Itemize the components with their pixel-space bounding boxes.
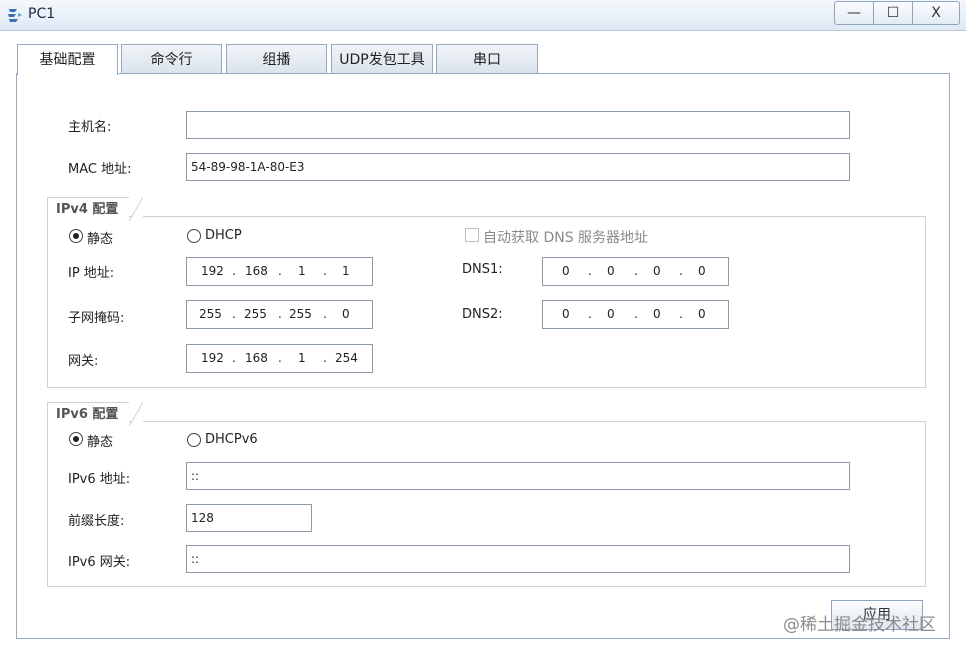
ip-dot: . xyxy=(588,307,592,321)
pc-app-icon xyxy=(8,9,22,22)
mask-octet-1: 255 xyxy=(199,307,222,321)
dns1-label: DNS1: xyxy=(462,262,503,277)
gw-octet-3: 1 xyxy=(298,351,306,365)
dns2-octet-1: 0 xyxy=(562,307,570,321)
ip-dot: . xyxy=(232,307,236,321)
ip-dot: . xyxy=(323,307,327,321)
ipv4-dhcp-radio[interactable] xyxy=(187,229,201,243)
ip-octet-4: 1 xyxy=(342,264,350,278)
dns1-input[interactable]: 0 . 0 . 0 . 0 xyxy=(542,257,729,286)
watermark: @稀土掘金技术社区 xyxy=(783,615,936,635)
dns1-octet-1: 0 xyxy=(562,264,570,278)
ip-dot: . xyxy=(588,264,592,278)
dns2-octet-3: 0 xyxy=(653,307,661,321)
ipv6-dhcp-radio[interactable] xyxy=(187,433,201,447)
dns2-octet-4: 0 xyxy=(698,307,706,321)
ipv4-dhcp-label: DHCP xyxy=(205,228,242,243)
dns2-label: DNS2: xyxy=(462,307,503,322)
ipv6-address-label: IPv6 地址: xyxy=(68,472,131,487)
gateway-input[interactable]: 192 . 168 . 1 . 254 xyxy=(186,344,373,373)
title-bar: PC1 — ☐ X xyxy=(0,0,966,31)
gw-octet-1: 192 xyxy=(201,351,224,365)
mask-octet-2: 255 xyxy=(244,307,267,321)
ipv6-static-label: 静态 xyxy=(87,435,114,450)
ipv6-gateway-input[interactable]: :: xyxy=(186,545,850,573)
ipv6-static-radio[interactable] xyxy=(69,432,83,446)
ip-dot: . xyxy=(323,264,327,278)
ipv4-static-radio[interactable] xyxy=(69,229,83,243)
tab-multicast[interactable]: 组播 xyxy=(226,44,327,74)
gateway-label: 网关: xyxy=(68,354,99,369)
subnet-mask-label: 子网掩码: xyxy=(68,311,125,326)
ipv6-dhcp-label: DHCPv6 xyxy=(205,432,258,447)
ip-octet-1: 192 xyxy=(201,264,224,278)
tab-command-line[interactable]: 命令行 xyxy=(121,44,222,74)
dns2-octet-2: 0 xyxy=(607,307,615,321)
auto-dns-checkbox[interactable] xyxy=(465,228,479,242)
dns1-octet-3: 0 xyxy=(653,264,661,278)
ip-dot: . xyxy=(634,264,638,278)
dns1-octet-4: 0 xyxy=(698,264,706,278)
mac-label: MAC 地址: xyxy=(68,162,132,177)
hostname-input[interactable] xyxy=(186,111,850,139)
ip-dot: . xyxy=(679,264,683,278)
ip-dot: . xyxy=(278,351,282,365)
gw-octet-2: 168 xyxy=(245,351,268,365)
mask-octet-3: 255 xyxy=(289,307,312,321)
ip-octet-3: 1 xyxy=(298,264,306,278)
ip-dot: . xyxy=(232,264,236,278)
prefix-length-label: 前缀长度: xyxy=(68,514,125,529)
ip-dot: . xyxy=(278,264,282,278)
auto-dns-label: 自动获取 DNS 服务器地址 xyxy=(483,230,649,246)
hostname-label: 主机名: xyxy=(68,120,112,135)
ipv4-static-label: 静态 xyxy=(87,232,114,247)
mask-octet-4: 0 xyxy=(342,307,350,321)
ipv6-address-input[interactable]: :: xyxy=(186,462,850,490)
ip-address-label: IP 地址: xyxy=(68,266,115,281)
subnet-mask-input[interactable]: 255 . 255 . 255 . 0 xyxy=(186,300,373,329)
minimize-button[interactable]: — xyxy=(834,1,874,25)
maximize-button[interactable]: ☐ xyxy=(873,1,913,25)
ip-octet-2: 168 xyxy=(245,264,268,278)
ipv6-group-title: IPv6 配置 xyxy=(47,402,143,426)
close-button[interactable]: X xyxy=(912,1,960,25)
ipv4-group-title: IPv4 配置 xyxy=(47,197,143,221)
tab-basic-config[interactable]: 基础配置 xyxy=(17,44,118,75)
prefix-length-input[interactable]: 128 xyxy=(186,504,312,532)
mac-input[interactable]: 54-89-98-1A-80-E3 xyxy=(186,153,850,181)
gw-octet-4: 254 xyxy=(335,351,358,365)
ip-dot: . xyxy=(634,307,638,321)
window-title: PC1 xyxy=(28,6,56,22)
dns2-input[interactable]: 0 . 0 . 0 . 0 xyxy=(542,300,729,329)
ip-dot: . xyxy=(679,307,683,321)
tab-udp-tool[interactable]: UDP发包工具 xyxy=(331,44,433,74)
ip-address-input[interactable]: 192 . 168 . 1 . 1 xyxy=(186,257,373,286)
ip-dot: . xyxy=(232,351,236,365)
ipv6-gateway-label: IPv6 网关: xyxy=(68,555,131,570)
ip-dot: . xyxy=(278,307,282,321)
dns1-octet-2: 0 xyxy=(607,264,615,278)
ip-dot: . xyxy=(323,351,327,365)
tab-serial[interactable]: 串口 xyxy=(436,44,538,74)
